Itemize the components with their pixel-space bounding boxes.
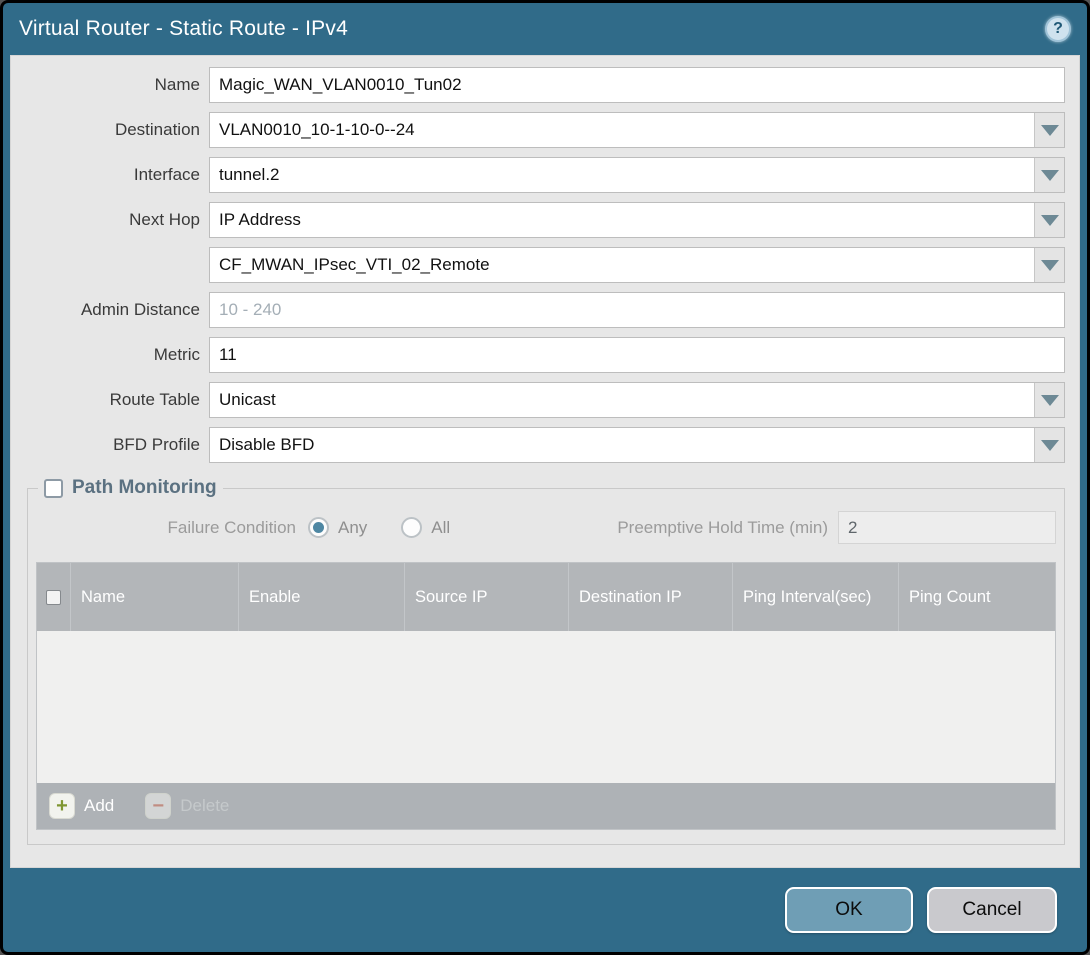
- row-bfd-profile: BFD Profile: [11, 427, 1065, 463]
- next-hop-field-wrap: [209, 202, 1065, 238]
- row-admin-distance: Admin Distance: [11, 292, 1065, 328]
- name-label: Name: [11, 75, 209, 95]
- route-table-field-wrap: [209, 382, 1065, 418]
- col-header-source-ip[interactable]: Source IP: [405, 563, 569, 631]
- radio-option-any[interactable]: Any: [308, 517, 367, 538]
- destination-dropdown-button[interactable]: [1034, 113, 1064, 147]
- interface-input[interactable]: [210, 158, 1034, 192]
- next-hop-label: Next Hop: [11, 210, 209, 230]
- destination-input[interactable]: [210, 113, 1034, 147]
- preemptive-hold-time-input[interactable]: [838, 511, 1056, 544]
- row-route-table: Route Table: [11, 382, 1065, 418]
- next-hop-type-input[interactable]: [210, 203, 1034, 237]
- static-route-dialog: Virtual Router - Static Route - IPv4 ? N…: [0, 0, 1090, 955]
- row-next-hop-address: [11, 247, 1065, 283]
- bfd-profile-label: BFD Profile: [11, 435, 209, 455]
- path-monitoring-table: Name Enable Source IP Destination IP Pin…: [36, 562, 1056, 830]
- next-hop-dropdown-button[interactable]: [1034, 203, 1064, 237]
- route-table-label: Route Table: [11, 390, 209, 410]
- dialog-titlebar: Virtual Router - Static Route - IPv4 ?: [3, 3, 1087, 55]
- delete-button: Delete: [180, 796, 229, 816]
- col-header-destination-ip[interactable]: Destination IP: [569, 563, 733, 631]
- path-monitoring-group: Path Monitoring Failure Condition Any Al…: [27, 477, 1065, 845]
- add-button[interactable]: Add: [84, 796, 114, 816]
- col-header-enable[interactable]: Enable: [239, 563, 405, 631]
- ok-button[interactable]: OK: [785, 887, 913, 933]
- col-header-name[interactable]: Name: [71, 563, 239, 631]
- cancel-button[interactable]: Cancel: [927, 887, 1057, 933]
- add-icon[interactable]: +: [49, 793, 75, 819]
- select-all-checkbox[interactable]: [46, 590, 61, 605]
- delete-icon: −: [145, 793, 171, 819]
- bfd-profile-input[interactable]: [210, 428, 1034, 462]
- chevron-down-icon: [1041, 260, 1059, 271]
- help-icon[interactable]: ?: [1045, 16, 1071, 42]
- path-monitoring-label: Path Monitoring: [72, 477, 217, 499]
- chevron-down-icon: [1041, 395, 1059, 406]
- radio-any-label: Any: [338, 518, 367, 538]
- metric-input[interactable]: [210, 338, 1064, 372]
- interface-dropdown-button[interactable]: [1034, 158, 1064, 192]
- row-next-hop: Next Hop: [11, 202, 1065, 238]
- row-metric: Metric: [11, 337, 1065, 373]
- chevron-down-icon: [1041, 125, 1059, 136]
- preemptive-hold-time-label: Preemptive Hold Time (min): [617, 518, 838, 538]
- name-field-wrap: [209, 67, 1065, 103]
- chevron-down-icon: [1041, 215, 1059, 226]
- route-table-dropdown-button[interactable]: [1034, 383, 1064, 417]
- dialog-body: Name Destination Interface: [10, 55, 1080, 868]
- table-action-bar: + Add − Delete: [37, 783, 1055, 829]
- table-body-empty: [37, 631, 1055, 783]
- dialog-title: Virtual Router - Static Route - IPv4: [19, 17, 348, 41]
- next-hop-address-input[interactable]: [210, 248, 1034, 282]
- bfd-profile-field-wrap: [209, 427, 1065, 463]
- name-input[interactable]: [210, 68, 1064, 102]
- table-header-row: Name Enable Source IP Destination IP Pin…: [37, 563, 1055, 631]
- next-hop-address-dropdown-button[interactable]: [1034, 248, 1064, 282]
- radio-all-icon[interactable]: [401, 517, 422, 538]
- chevron-down-icon: [1041, 440, 1059, 451]
- failure-condition-label: Failure Condition: [36, 518, 308, 538]
- row-name: Name: [11, 67, 1065, 103]
- dialog-footer: OK Cancel: [3, 868, 1087, 952]
- interface-label: Interface: [11, 165, 209, 185]
- dialog-frame: Virtual Router - Static Route - IPv4 ? N…: [3, 3, 1087, 952]
- path-monitoring-checkbox[interactable]: [44, 479, 63, 498]
- radio-any-icon[interactable]: [308, 517, 329, 538]
- bfd-profile-dropdown-button[interactable]: [1034, 428, 1064, 462]
- route-table-input[interactable]: [210, 383, 1034, 417]
- path-monitoring-legend: Path Monitoring: [38, 477, 223, 499]
- row-interface: Interface: [11, 157, 1065, 193]
- radio-all-label: All: [431, 518, 450, 538]
- radio-option-all[interactable]: All: [401, 517, 450, 538]
- col-header-ping-interval[interactable]: Ping Interval(sec): [733, 563, 899, 631]
- admin-distance-field-wrap: [209, 292, 1065, 328]
- row-destination: Destination: [11, 112, 1065, 148]
- destination-label: Destination: [11, 120, 209, 140]
- destination-field-wrap: [209, 112, 1065, 148]
- next-hop-address-field-wrap: [209, 247, 1065, 283]
- interface-field-wrap: [209, 157, 1065, 193]
- chevron-down-icon: [1041, 170, 1059, 181]
- admin-distance-input[interactable]: [210, 293, 1064, 327]
- metric-label: Metric: [11, 345, 209, 365]
- preemptive-hold-time-group: Preemptive Hold Time (min): [617, 511, 1056, 544]
- metric-field-wrap: [209, 337, 1065, 373]
- failure-condition-row: Failure Condition Any All Preemptive Hol…: [36, 511, 1056, 544]
- col-header-ping-count[interactable]: Ping Count: [899, 563, 1055, 631]
- admin-distance-label: Admin Distance: [11, 300, 209, 320]
- select-all-cell: [37, 563, 71, 631]
